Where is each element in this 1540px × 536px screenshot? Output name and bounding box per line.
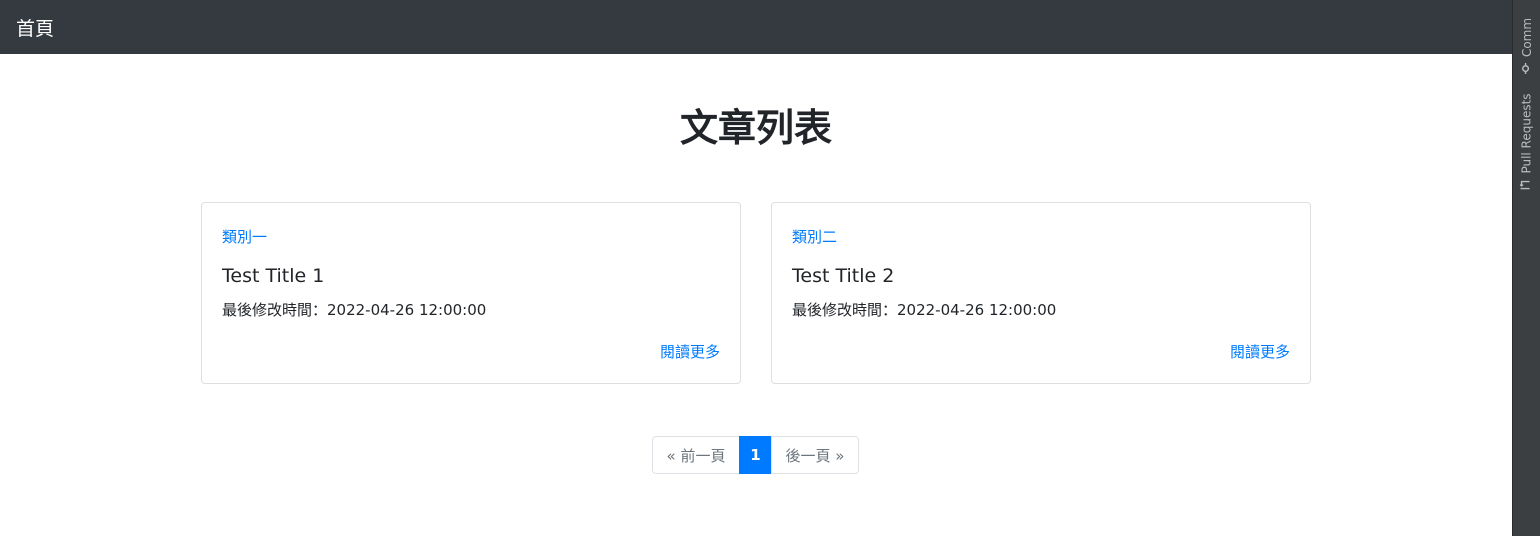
post-title: Test Title 1 [222,265,325,287]
commit-tool-tab[interactable]: Comm [1513,0,1540,75]
page-1-button[interactable]: 1 [739,436,772,474]
pull-request-icon [1520,180,1534,191]
prev-page-button[interactable]: « 前一頁 [652,436,740,474]
top-navbar: 首頁 [0,0,1512,54]
post-title: Test Title 2 [792,265,895,287]
commit-icon [1520,63,1534,75]
category-link[interactable]: 類別二 [792,225,1290,249]
pagination: « 前一頁 1 後一頁 » [652,436,859,474]
home-link[interactable]: 首頁 [16,14,54,41]
next-page-button[interactable]: 後一頁 » [771,436,859,474]
page: 首頁 文章列表 類別一 Test Title 1 最後修改時間：2022-04-… [0,0,1512,536]
read-more-link[interactable]: 閱讀更多 [1230,341,1290,363]
post-list: 類別一 Test Title 1 最後修改時間：2022-04-26 12:00… [201,202,1311,384]
post-card: 類別一 Test Title 1 最後修改時間：2022-04-26 12:00… [201,202,741,384]
pull-requests-tool-tab[interactable]: Pull Requests [1513,84,1540,200]
commit-tab-label: Comm [1520,17,1535,58]
category-link[interactable]: 類別一 [222,225,720,249]
post-modified-time: 最後修改時間：2022-04-26 12:00:00 [222,301,487,319]
post-modified-time: 最後修改時間：2022-04-26 12:00:00 [792,301,1057,319]
pull-requests-tab-label: Pull Requests [1520,93,1535,174]
page-title: 文章列表 [679,106,832,150]
ide-side-rail: Comm Pull Requests [1512,0,1540,536]
post-card: 類別二 Test Title 2 最後修改時間：2022-04-26 12:00… [771,202,1311,384]
read-more-link[interactable]: 閱讀更多 [660,341,720,363]
